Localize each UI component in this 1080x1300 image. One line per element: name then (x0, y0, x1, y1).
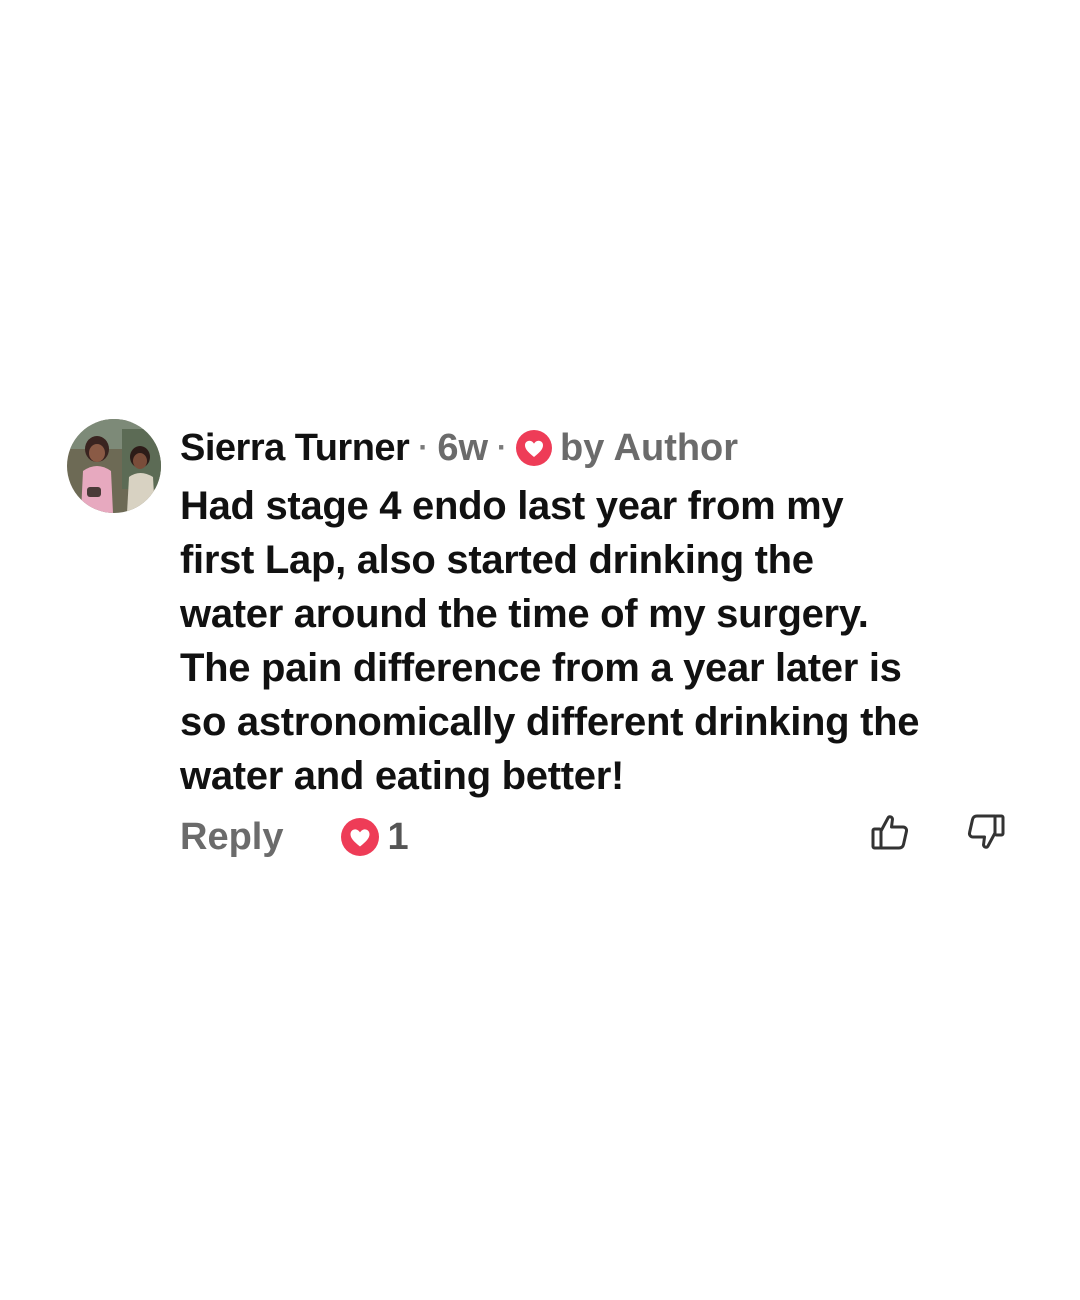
avatar-photo (67, 419, 161, 513)
comment-actions: Reply 1 (180, 812, 1030, 862)
reply-button[interactable]: Reply (180, 816, 283, 859)
separator-dot: · (418, 431, 429, 464)
like-count: 1 (387, 815, 409, 858)
timestamp: 6w (437, 426, 489, 469)
comment-text: Had stage 4 endo last year from my first… (180, 484, 920, 798)
avatar[interactable] (67, 419, 161, 513)
separator-dot: · (497, 431, 508, 464)
like-count-button[interactable]: 1 (341, 815, 409, 859)
thumbs-down-icon[interactable] (966, 812, 1006, 852)
comment-meta: Sierra Turner · 6w · by Author (180, 416, 1030, 480)
thumbs-up-icon[interactable] (870, 812, 910, 852)
author-like-label: by Author (560, 426, 739, 469)
heart-icon (341, 818, 380, 856)
comment-content: Sierra Turner · 6w · by Author Had stage… (180, 416, 1030, 858)
heart-icon (516, 430, 553, 466)
author-name[interactable]: Sierra Turner (180, 427, 410, 470)
